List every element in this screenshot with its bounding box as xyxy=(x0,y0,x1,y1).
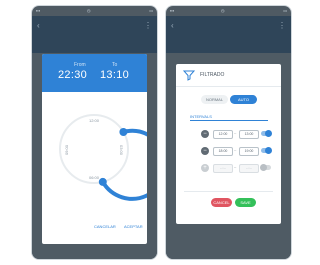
dial-label-9: 09:00 xyxy=(64,144,69,155)
dial-label-6: 06:00 xyxy=(89,175,100,180)
intervals-section-label: INTERVALS xyxy=(190,114,212,119)
status-bar: ▪▪▪ ◷ ▭ xyxy=(166,6,291,16)
range-separator: – xyxy=(234,147,237,152)
interval-row-3: + --:-- – --:-- xyxy=(176,162,281,174)
filter-icon xyxy=(183,70,195,81)
back-icon[interactable]: ‹ xyxy=(171,21,174,30)
battery-icon: ▭ xyxy=(149,8,153,13)
interval-start-time[interactable]: --:-- xyxy=(213,164,233,173)
interval-end-time[interactable]: --:-- xyxy=(239,164,259,173)
filter-header: FILTRADO xyxy=(176,64,281,87)
app-header: ‹ ⋮ xyxy=(166,16,291,53)
dialog-actions: CANCELAR ACEPTAR xyxy=(42,224,147,234)
clock-icon: ◷ xyxy=(221,8,225,13)
save-button[interactable]: SAVE xyxy=(235,198,256,207)
remove-interval-icon[interactable]: − xyxy=(201,130,209,138)
cancel-button[interactable]: CANCELAR xyxy=(94,224,116,229)
toggle-knob xyxy=(260,164,267,171)
interval-start-time[interactable]: 18:00 xyxy=(213,147,233,156)
interval-row-1: − 12:00 – 13:00 xyxy=(176,128,281,140)
dial-label-3: 03:00 xyxy=(119,145,124,156)
interval-end-time[interactable]: 13:00 xyxy=(239,130,259,139)
mode-auto-button[interactable]: AUTO xyxy=(230,95,257,104)
menu-icon[interactable]: ⋮ xyxy=(144,21,152,30)
interval-end-time[interactable]: 19:00 xyxy=(239,147,259,156)
cancel-button[interactable]: CANCEL xyxy=(211,198,232,207)
toggle-knob xyxy=(265,147,272,154)
clock-dial[interactable]: 12:00 03:00 06:00 09:00 xyxy=(42,54,147,244)
menu-icon[interactable]: ⋮ xyxy=(278,21,286,30)
phone-screen-time-picker: ▪▪▪ ◷ ▭ ‹ ⋮ From To 22:30 13:10 12:00 03… xyxy=(32,6,157,259)
back-icon[interactable]: ‹ xyxy=(37,21,40,30)
signal-icon: ▪▪▪ xyxy=(36,8,41,13)
interval-toggle[interactable] xyxy=(260,164,271,171)
interval-row-2: − 18:00 – 19:00 xyxy=(176,145,281,157)
signal-icon: ▪▪▪ xyxy=(170,8,175,13)
dial-track xyxy=(59,114,129,184)
interval-toggle[interactable] xyxy=(261,147,272,154)
add-interval-icon[interactable]: + xyxy=(201,164,209,172)
range-separator: – xyxy=(234,130,237,135)
mode-normal-button[interactable]: NORMAL xyxy=(201,95,228,104)
time-range-dialog: From To 22:30 13:10 12:00 03:00 06:00 09… xyxy=(42,54,147,244)
end-handle[interactable] xyxy=(98,177,107,186)
battery-icon: ▭ xyxy=(283,8,287,13)
toggle-knob xyxy=(265,130,272,137)
interval-start-time[interactable]: 12:00 xyxy=(213,130,233,139)
interval-toggle[interactable] xyxy=(261,130,272,137)
app-header: ‹ ⋮ xyxy=(32,16,157,53)
start-handle[interactable] xyxy=(119,128,128,136)
status-bar: ▪▪▪ ◷ ▭ xyxy=(32,6,157,16)
clock-icon: ◷ xyxy=(87,8,91,13)
phone-screen-filter: ▪▪▪ ◷ ▭ ‹ ⋮ FILTRADO NORMAL AUTO INTERVA… xyxy=(166,6,291,259)
range-separator: – xyxy=(234,164,237,169)
ok-button[interactable]: ACEPTAR xyxy=(124,224,143,229)
footer-divider xyxy=(184,191,273,192)
section-divider xyxy=(190,120,268,121)
dial-label-12: 12:00 xyxy=(89,118,100,123)
filter-title: FILTRADO xyxy=(200,72,225,78)
remove-interval-icon[interactable]: − xyxy=(201,147,209,155)
filter-dialog: FILTRADO NORMAL AUTO INTERVALS − 12:00 –… xyxy=(176,64,281,224)
